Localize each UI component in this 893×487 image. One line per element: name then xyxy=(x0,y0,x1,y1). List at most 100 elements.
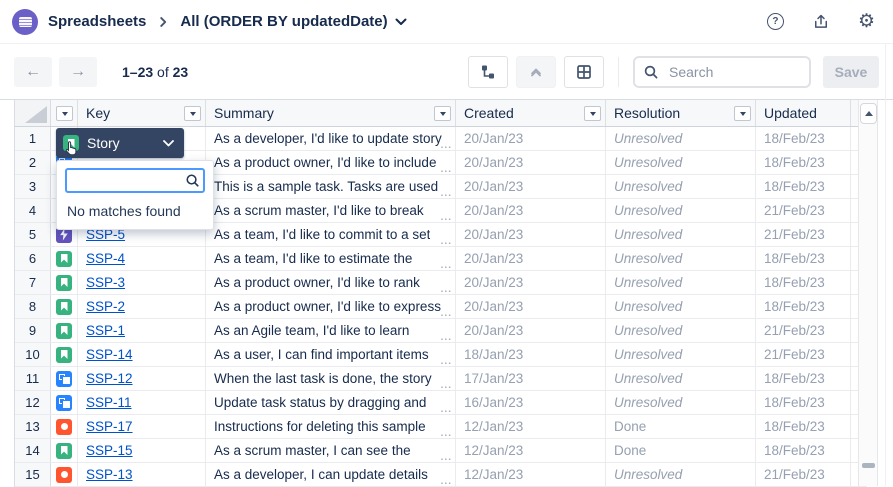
type-cell[interactable] xyxy=(51,391,78,414)
key-cell[interactable]: SSP-17 xyxy=(78,415,206,438)
updated-cell[interactable]: 18/Feb/23 xyxy=(756,175,851,198)
forward-button[interactable]: → xyxy=(59,57,97,87)
scroll-up-button[interactable] xyxy=(860,103,877,124)
row-number[interactable]: 13 xyxy=(15,415,51,438)
issue-key-link[interactable]: SSP-2 xyxy=(86,299,125,314)
issue-key-link[interactable]: SSP-13 xyxy=(86,467,133,482)
filter-button[interactable] xyxy=(734,106,751,121)
created-cell[interactable]: 20/Jan/23 xyxy=(456,223,606,246)
row-number[interactable]: 7 xyxy=(15,271,51,294)
breadcrumb-app[interactable]: Spreadsheets xyxy=(48,13,146,30)
summary-cell[interactable]: As a user, I can find important items... xyxy=(206,343,456,366)
key-cell[interactable]: SSP-14 xyxy=(78,343,206,366)
filter-button[interactable] xyxy=(184,106,201,121)
type-cell[interactable] xyxy=(51,247,78,270)
summary-cell[interactable]: As a scrum master, I can see the... xyxy=(206,439,456,462)
updated-cell[interactable]: 18/Feb/23 xyxy=(756,295,851,318)
summary-cell[interactable]: When the last task is done, the story... xyxy=(206,367,456,390)
updated-cell[interactable]: 18/Feb/23 xyxy=(756,367,851,390)
updated-cell[interactable]: 18/Feb/23 xyxy=(756,127,851,150)
updated-cell[interactable]: 18/Feb/23 xyxy=(756,247,851,270)
type-cell[interactable] xyxy=(51,463,78,486)
row-number[interactable]: 15 xyxy=(15,463,51,486)
collapse-all-button[interactable] xyxy=(516,56,556,88)
updated-cell[interactable]: 18/Feb/23 xyxy=(756,151,851,174)
row-number[interactable]: 4 xyxy=(15,199,51,222)
resolution-cell[interactable]: Unresolved xyxy=(606,127,756,150)
created-cell[interactable]: 20/Jan/23 xyxy=(456,247,606,270)
row-number[interactable]: 12 xyxy=(15,391,51,414)
created-cell[interactable]: 20/Jan/23 xyxy=(456,175,606,198)
row-number[interactable]: 11 xyxy=(15,367,51,390)
type-cell[interactable] xyxy=(51,319,78,342)
issue-key-link[interactable]: SSP-15 xyxy=(86,443,133,458)
resolution-cell[interactable]: Done xyxy=(606,415,756,438)
search-input[interactable] xyxy=(633,56,811,88)
created-cell[interactable]: 17/Jan/23 xyxy=(456,367,606,390)
resolution-cell[interactable]: Unresolved xyxy=(606,271,756,294)
grid-view-button[interactable] xyxy=(564,56,604,88)
created-cell[interactable]: 20/Jan/23 xyxy=(456,127,606,150)
gear-icon[interactable]: ⚙ xyxy=(858,12,875,31)
created-cell[interactable]: 20/Jan/23 xyxy=(456,199,606,222)
column-header-key[interactable]: Key xyxy=(78,100,206,126)
updated-cell[interactable]: 21/Feb/23 xyxy=(756,463,851,486)
resolution-cell[interactable]: Done xyxy=(606,439,756,462)
updated-cell[interactable]: 21/Feb/23 xyxy=(756,343,851,366)
key-cell[interactable]: SSP-13 xyxy=(78,463,206,486)
created-cell[interactable]: 20/Jan/23 xyxy=(456,295,606,318)
resolution-cell[interactable]: Unresolved xyxy=(606,463,756,486)
summary-cell[interactable]: As a developer, I can update details... xyxy=(206,463,456,486)
row-number[interactable]: 1 xyxy=(15,127,51,150)
updated-cell[interactable]: 18/Feb/23 xyxy=(756,391,851,414)
issue-key-link[interactable]: SSP-12 xyxy=(86,371,133,386)
key-cell[interactable]: SSP-11 xyxy=(78,391,206,414)
row-number[interactable]: 14 xyxy=(15,439,51,462)
resolution-cell[interactable]: Unresolved xyxy=(606,247,756,270)
view-selector[interactable]: All (ORDER BY updatedDate) xyxy=(180,13,406,30)
share-icon[interactable] xyxy=(812,12,830,31)
created-cell[interactable]: 16/Jan/23 xyxy=(456,391,606,414)
issue-key-link[interactable]: SSP-3 xyxy=(86,275,125,290)
updated-cell[interactable]: 21/Feb/23 xyxy=(756,319,851,342)
row-number[interactable]: 2 xyxy=(15,151,51,174)
created-cell[interactable]: 12/Jan/23 xyxy=(456,415,606,438)
vertical-scrollbar[interactable] xyxy=(858,100,878,486)
filter-button[interactable] xyxy=(56,106,73,121)
issue-key-link[interactable]: SSP-11 xyxy=(86,395,132,410)
scrollbar-thumb[interactable] xyxy=(862,463,875,468)
key-cell[interactable]: SSP-15 xyxy=(78,439,206,462)
type-cell[interactable] xyxy=(51,343,78,366)
summary-cell[interactable]: As a team, I'd like to estimate the... xyxy=(206,247,456,270)
summary-cell[interactable]: As a product owner, I'd like to include.… xyxy=(206,151,456,174)
updated-cell[interactable]: 18/Feb/23 xyxy=(756,415,851,438)
resolution-cell[interactable]: Unresolved xyxy=(606,199,756,222)
summary-cell[interactable]: As a product owner, I'd like to express.… xyxy=(206,295,456,318)
resolution-cell[interactable]: Unresolved xyxy=(606,175,756,198)
row-number[interactable]: 5 xyxy=(15,223,51,246)
column-header-created[interactable]: Created xyxy=(456,100,606,126)
row-number[interactable]: 10 xyxy=(15,343,51,366)
column-header-resolution[interactable]: Resolution xyxy=(606,100,756,126)
resolution-cell[interactable]: Unresolved xyxy=(606,223,756,246)
created-cell[interactable]: 12/Jan/23 xyxy=(456,463,606,486)
summary-cell[interactable]: As a team, I'd like to commit to a set..… xyxy=(206,223,456,246)
summary-cell[interactable]: As an Agile team, I'd like to learn... xyxy=(206,319,456,342)
resolution-cell[interactable]: Unresolved xyxy=(606,343,756,366)
hierarchy-button[interactable] xyxy=(468,56,508,88)
type-search-input[interactable] xyxy=(65,168,205,193)
issue-key-link[interactable]: SSP-1 xyxy=(86,323,125,338)
filter-button[interactable] xyxy=(584,106,601,121)
key-cell[interactable]: SSP-2 xyxy=(78,295,206,318)
row-number[interactable]: 3 xyxy=(15,175,51,198)
type-cell[interactable] xyxy=(51,439,78,462)
created-cell[interactable]: 20/Jan/23 xyxy=(456,151,606,174)
key-cell[interactable]: SSP-3 xyxy=(78,271,206,294)
resolution-cell[interactable]: Unresolved xyxy=(606,151,756,174)
resolution-cell[interactable]: Unresolved xyxy=(606,319,756,342)
filter-button[interactable] xyxy=(434,106,451,121)
created-cell[interactable]: 12/Jan/23 xyxy=(456,439,606,462)
issue-key-link[interactable]: SSP-4 xyxy=(86,251,125,266)
summary-cell[interactable]: As a scrum master, I'd like to break... xyxy=(206,199,456,222)
type-cell[interactable] xyxy=(51,415,78,438)
